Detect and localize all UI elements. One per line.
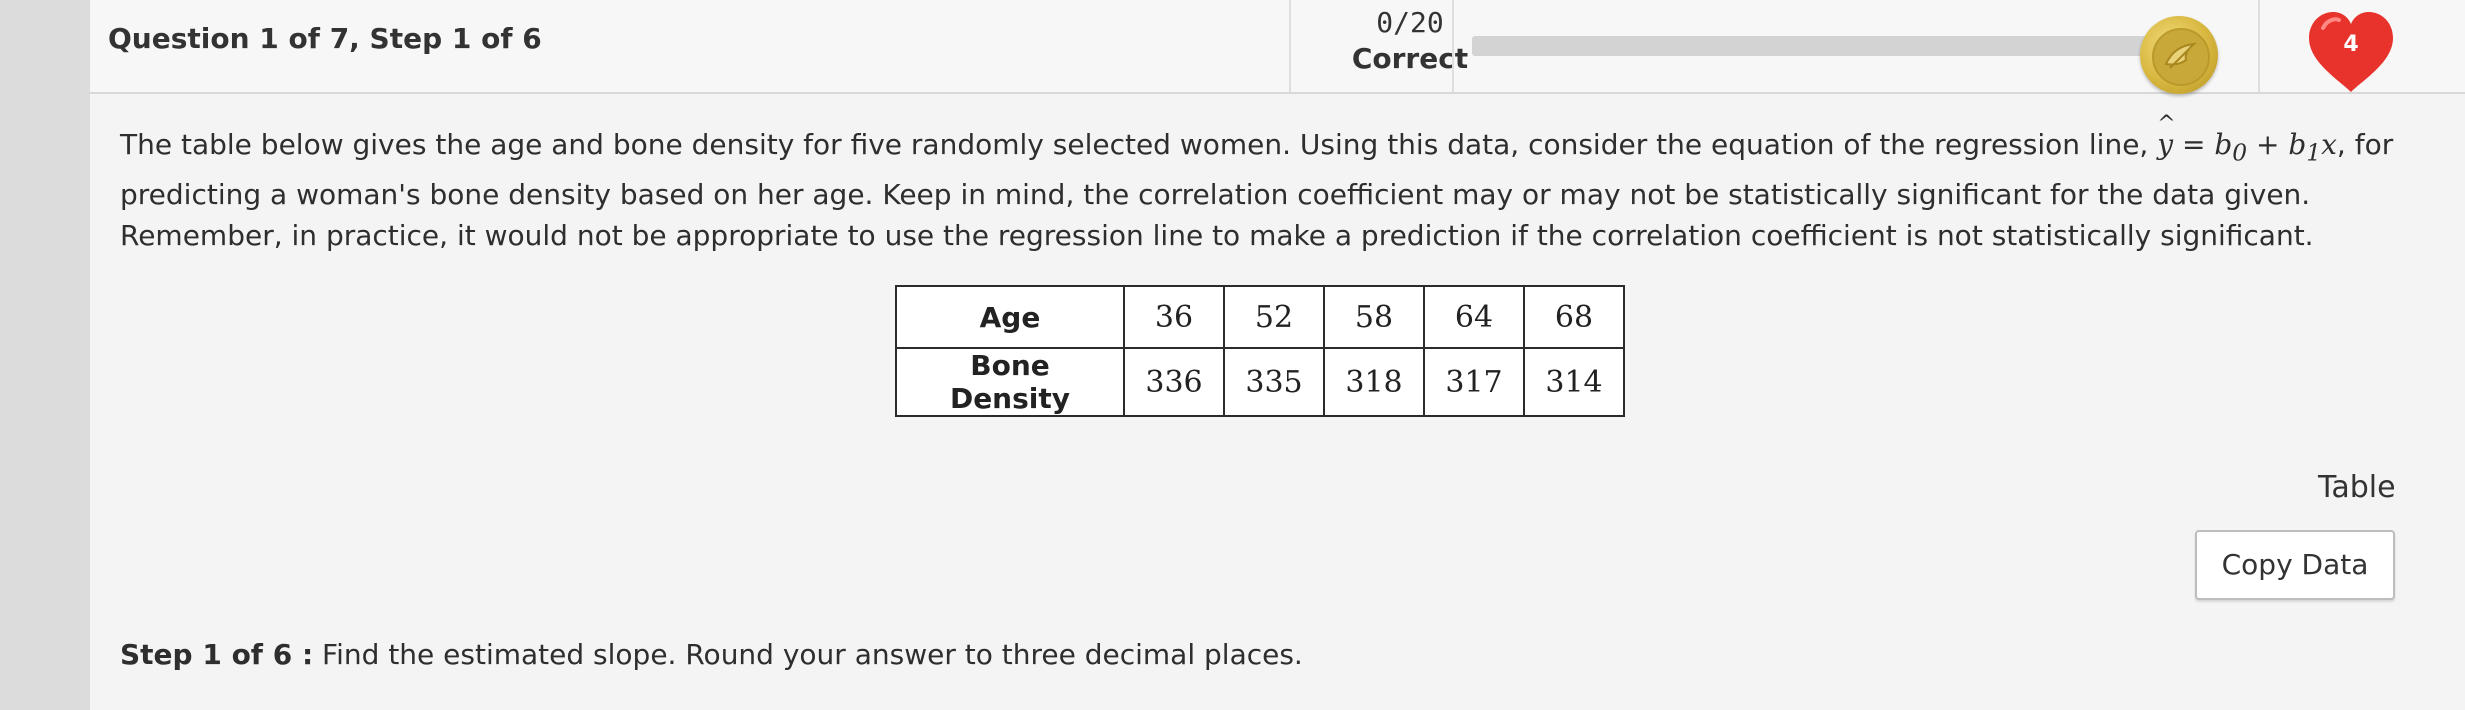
- table-cell: 336: [1123, 347, 1225, 417]
- table-cell: 317: [1423, 347, 1525, 417]
- coin-emblem: [2152, 28, 2210, 86]
- table-cell: 318: [1323, 347, 1425, 417]
- step-text: Find the estimated slope. Round your ans…: [313, 638, 1303, 671]
- eq-part: = b: [2173, 128, 2233, 161]
- eq-part: + b: [2247, 128, 2307, 161]
- coin-icon[interactable]: [2140, 16, 2218, 94]
- question-prompt: The table below gives the age and bone d…: [120, 104, 2450, 256]
- row-header: Bone Density: [895, 347, 1125, 417]
- y-hat: y: [2157, 104, 2173, 165]
- regression-equation: y = b0 + b1x: [2157, 104, 2337, 167]
- eq-subscript: 1: [2306, 138, 2322, 167]
- table-row: Age 36 52 58 64 68: [895, 285, 1625, 349]
- score-fraction: 0/20: [1376, 6, 1444, 39]
- eq-subscript: 0: [2232, 138, 2248, 167]
- step-instruction: Step 1 of 6 : Find the estimated slope. …: [120, 638, 1303, 671]
- table-link[interactable]: Table: [2318, 470, 2396, 505]
- question-panel: Question 1 of 7, Step 1 of 6 0/20 Correc…: [90, 0, 2465, 710]
- table-cell: 36: [1123, 285, 1225, 349]
- heart-icon[interactable]: 4: [2303, 8, 2399, 96]
- eq-part: x: [2321, 128, 2337, 161]
- table-cell: 314: [1523, 347, 1625, 417]
- data-table: Age 36 52 58 64 68 Bone Density 336 335 …: [895, 285, 1625, 417]
- question-header: Question 1 of 7, Step 1 of 6 0/20 Correc…: [90, 0, 2465, 94]
- prompt-text-start: The table below gives the age and bone d…: [120, 128, 2158, 161]
- header-divider: [2258, 0, 2260, 92]
- step-label: Step 1 of 6 :: [120, 638, 314, 671]
- table-cell: 64: [1423, 285, 1525, 349]
- header-divider: [1452, 0, 1454, 92]
- table-cell: 68: [1523, 285, 1625, 349]
- row-header: Age: [895, 285, 1125, 349]
- table-row: Bone Density 336 335 318 317 314: [895, 347, 1625, 417]
- table-cell: 58: [1323, 285, 1425, 349]
- question-title: Question 1 of 7, Step 1 of 6: [108, 22, 542, 55]
- copy-data-button[interactable]: Copy Data: [2195, 530, 2395, 600]
- progress-bar: [1472, 36, 2182, 56]
- table-cell: 52: [1223, 285, 1325, 349]
- table-cell: 335: [1223, 347, 1325, 417]
- lives-count: 4: [2343, 32, 2359, 57]
